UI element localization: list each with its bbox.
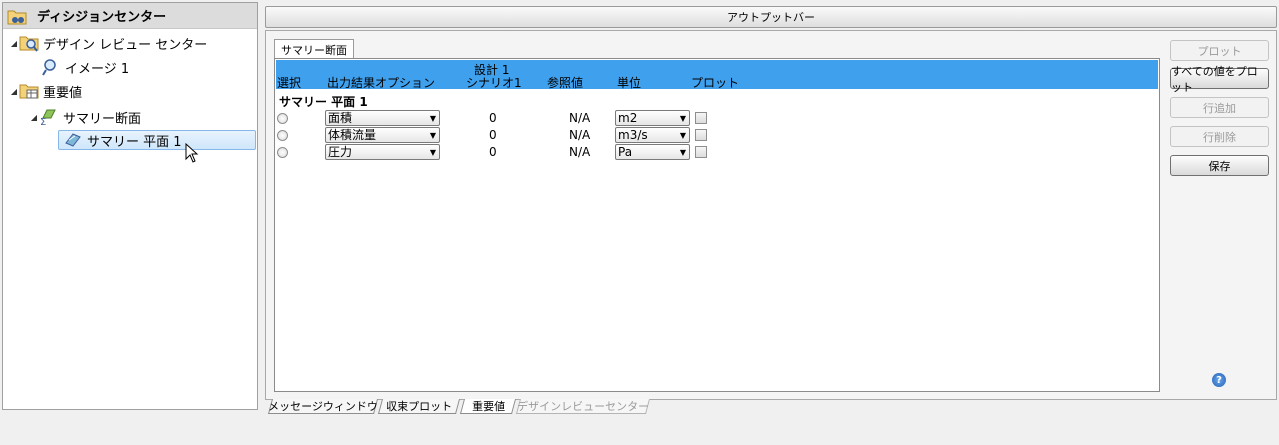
tree-item-label: サマリー 平面 1: [87, 134, 182, 150]
dropdown-arrow-icon: ▼: [679, 131, 686, 140]
dropdown-arrow-icon: ▼: [679, 148, 686, 157]
tree-header-label: ディシジョンセンター: [37, 10, 167, 25]
row-select-radio[interactable]: [277, 130, 288, 141]
dropdown-arrow-icon: ▼: [679, 114, 686, 123]
dropdown-arrow-icon: ▼: [429, 148, 436, 157]
unit-dropdown[interactable]: Pa ▼: [615, 144, 690, 160]
tree-item-critical-values[interactable]: ◢ 重要値: [9, 81, 82, 101]
unit-dropdown[interactable]: m3/s ▼: [615, 127, 690, 143]
tree-item-summary-plane-1[interactable]: サマリー 平面 1: [58, 130, 256, 150]
summary-plane-sigma-icon: Σ: [39, 108, 59, 128]
tab-design-review-center[interactable]: デザインレビューセンター: [515, 399, 651, 414]
add-row-button[interactable]: 行追加: [1170, 97, 1269, 118]
option-dropdown[interactable]: 面積 ▼: [325, 110, 440, 126]
results-grid: 選択 出力結果オプション 設計 1 シナリオ1 参照値 単位 プロット サマリー…: [274, 58, 1160, 392]
tab-label: デザインレビューセンター: [517, 400, 650, 413]
design-value: 0: [489, 145, 497, 159]
svg-text:Σ: Σ: [40, 117, 46, 126]
expand-arrow-icon[interactable]: ◢: [9, 87, 19, 96]
design-value: 0: [489, 111, 497, 125]
dropdown-arrow-icon: ▼: [429, 114, 436, 123]
tree-item-label: サマリー断面: [63, 111, 142, 127]
table-row: 面積 ▼ 0 N/A m2 ▼: [275, 110, 1155, 127]
tab-summary-section[interactable]: サマリー断面: [274, 39, 354, 59]
unit-value: m2: [618, 111, 638, 125]
plot-checkbox[interactable]: [695, 112, 707, 124]
tree-header[interactable]: ディシジョンセンター: [3, 3, 257, 29]
col-header-select: 選択: [277, 76, 302, 90]
table-row: 体積流量 ▼ 0 N/A m3/s ▼: [275, 127, 1155, 144]
mouse-cursor-icon: [185, 142, 199, 166]
folder-binoculars-icon: [7, 7, 27, 25]
tree-item-label: デザイン レビュー センター: [43, 37, 208, 53]
tree-item-label: イメージ 1: [65, 61, 130, 77]
group-title: サマリー 平面 1: [279, 95, 368, 109]
reference-value: N/A: [569, 145, 591, 159]
plot-checkbox[interactable]: [695, 129, 707, 141]
plot-all-values-button[interactable]: すべての値をプロット: [1170, 65, 1269, 94]
save-label: 保存: [1208, 159, 1231, 173]
plot-button-label: プロット: [1197, 44, 1242, 58]
tab-label: 重要値: [471, 400, 505, 413]
tab-label: サマリー断面: [281, 43, 347, 57]
col-header-reference: 参照値: [547, 76, 584, 90]
col-header-option: 出力結果オプション: [327, 76, 436, 90]
output-panel: サマリー断面 選択 出力結果オプション 設計 1 シナリオ1 参照値 単位 プロ…: [265, 30, 1277, 400]
folder-magnifier-icon: [19, 34, 39, 52]
tree-item-label: 重要値: [43, 85, 83, 101]
plot-button[interactable]: プロット: [1170, 40, 1269, 61]
option-value: 面積: [328, 111, 353, 125]
tree-item-summary-section[interactable]: ◢ Σ サマリー断面: [29, 107, 142, 128]
plot-checkbox[interactable]: [695, 146, 707, 158]
col-header-unit: 単位: [617, 76, 642, 90]
option-dropdown[interactable]: 体積流量 ▼: [325, 127, 440, 143]
unit-value: Pa: [618, 145, 633, 159]
col-header-design-line2: シナリオ1: [466, 76, 522, 90]
output-bar-label: アウトプットバー: [727, 11, 815, 24]
table-row: 圧力 ▼ 0 N/A Pa ▼: [275, 144, 1155, 161]
expand-arrow-icon[interactable]: ◢: [9, 39, 19, 48]
magnifier-icon: [41, 58, 61, 76]
output-bar-toggle[interactable]: アウトプットバー: [265, 6, 1277, 28]
add-row-label: 行追加: [1203, 101, 1236, 115]
option-value: 圧力: [328, 145, 353, 159]
unit-value: m3/s: [618, 128, 648, 142]
tab-message-window[interactable]: メッセージウィンドウ: [267, 399, 379, 414]
decision-center-tree: ディシジョンセンター ◢ デザイン レビュー センター イメージ 1 ◢ 重要値…: [2, 2, 258, 410]
help-icon[interactable]: ?: [1212, 373, 1226, 387]
tree-item-design-review-center[interactable]: ◢ デザイン レビュー センター: [9, 33, 207, 53]
save-button[interactable]: 保存: [1170, 155, 1269, 176]
option-dropdown[interactable]: 圧力 ▼: [325, 144, 440, 160]
tree-item-image-1[interactable]: イメージ 1: [41, 57, 129, 77]
tab-critical-values[interactable]: 重要値: [459, 399, 517, 414]
plot-all-values-label: すべての値をプロット: [1171, 64, 1258, 94]
grid-header: 選択 出力結果オプション 設計 1 シナリオ1 参照値 単位 プロット: [276, 60, 1158, 90]
row-select-radio[interactable]: [277, 113, 288, 124]
reference-value: N/A: [569, 128, 591, 142]
delete-row-button[interactable]: 行削除: [1170, 126, 1269, 147]
design-value: 0: [489, 128, 497, 142]
unit-dropdown[interactable]: m2 ▼: [615, 110, 690, 126]
plane-icon: [63, 131, 83, 149]
option-value: 体積流量: [328, 128, 377, 142]
row-select-radio[interactable]: [277, 147, 288, 158]
reference-value: N/A: [569, 111, 591, 125]
delete-row-label: 行削除: [1203, 130, 1236, 144]
folder-table-icon: [19, 82, 39, 100]
tab-label: 収束プロット: [386, 400, 453, 413]
tab-label: メッセージウィンドウ: [268, 400, 379, 413]
col-header-plot: プロット: [691, 76, 740, 90]
expand-arrow-icon[interactable]: ◢: [29, 113, 39, 122]
tab-convergence-plot[interactable]: 収束プロット: [377, 399, 461, 414]
dropdown-arrow-icon: ▼: [429, 131, 436, 140]
